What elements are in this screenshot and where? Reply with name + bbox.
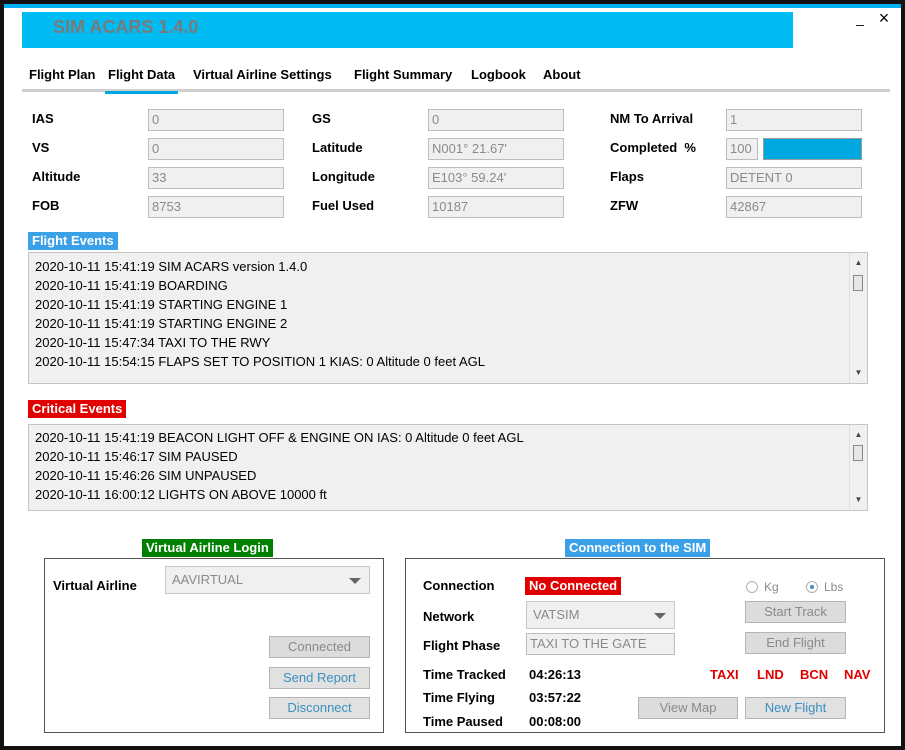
new-flight-button[interactable]: New Flight bbox=[745, 697, 846, 719]
gs-label: GS bbox=[312, 111, 331, 126]
flight-event-line: 2020-10-11 15:54:15 FLAPS SET TO POSITIO… bbox=[35, 354, 485, 369]
fob-field: 8753 bbox=[148, 196, 284, 218]
critical-events-log[interactable]: 2020-10-11 15:41:19 BEACON LIGHT OFF & E… bbox=[28, 424, 868, 511]
time-flying-value: 03:57:22 bbox=[529, 690, 582, 705]
zfw-label: ZFW bbox=[610, 198, 639, 213]
scroll-thumb[interactable] bbox=[853, 445, 863, 461]
flaps-label: Flaps bbox=[610, 169, 644, 184]
critical-event-line: 2020-10-11 15:41:19 BEACON LIGHT OFF & E… bbox=[35, 430, 524, 445]
start-track-button[interactable]: Start Track bbox=[745, 601, 846, 623]
gs-field: 0 bbox=[428, 109, 564, 131]
latitude-field: N001° 21.67' bbox=[428, 138, 564, 160]
time-paused-label: Time Paused bbox=[423, 714, 503, 729]
close-button[interactable]: × bbox=[874, 8, 894, 28]
longitude-field: E103° 59.24' bbox=[428, 167, 564, 189]
tab-flight-plan[interactable]: Flight Plan bbox=[26, 66, 98, 91]
kg-radio[interactable] bbox=[746, 581, 758, 593]
critical-event-line: 2020-10-11 15:46:26 SIM UNPAUSED bbox=[35, 468, 257, 483]
fuel-used-label: Fuel Used bbox=[312, 198, 375, 213]
tab-flight-summary[interactable]: Flight Summary bbox=[351, 66, 455, 91]
window-accent-line bbox=[4, 4, 901, 8]
longitude-label: Longitude bbox=[312, 169, 375, 184]
nm-to-arrival-field: 1 bbox=[726, 109, 862, 131]
connected-button[interactable]: Connected bbox=[269, 636, 370, 658]
virtual-airline-label: Virtual Airline bbox=[53, 578, 137, 593]
flight-events-scrollbar[interactable]: ▲ ▼ bbox=[849, 253, 867, 383]
scroll-up-icon[interactable]: ▲ bbox=[850, 255, 867, 271]
minimize-button[interactable]: _ bbox=[850, 8, 870, 28]
altitude-field: 33 bbox=[148, 167, 284, 189]
fob-label: FOB bbox=[32, 198, 60, 213]
time-flying-label: Time Flying bbox=[423, 690, 495, 705]
flight-event-line: 2020-10-11 15:41:19 SIM ACARS version 1.… bbox=[35, 259, 308, 274]
completed-field: 100 bbox=[726, 138, 758, 160]
tab-virtual-airline-settings[interactable]: Virtual Airline Settings bbox=[190, 66, 335, 91]
vs-field: 0 bbox=[148, 138, 284, 160]
virtual-airline-value: AAVIRTUAL bbox=[172, 572, 244, 587]
chevron-down-icon bbox=[349, 578, 361, 584]
critical-events-scrollbar[interactable]: ▲ ▼ bbox=[849, 425, 867, 510]
landing-light-indicator: LND bbox=[757, 667, 784, 682]
send-report-button[interactable]: Send Report bbox=[269, 667, 370, 689]
latitude-label: Latitude bbox=[312, 140, 363, 155]
nav-light-indicator: NAV bbox=[844, 667, 871, 682]
flight-events-log[interactable]: 2020-10-11 15:41:19 SIM ACARS version 1.… bbox=[28, 252, 868, 384]
nm-to-arrival-label: NM To Arrival bbox=[610, 111, 694, 126]
ias-label: IAS bbox=[32, 111, 54, 126]
connection-label: Connection bbox=[423, 578, 495, 593]
critical-event-line: 2020-10-11 16:00:12 LIGHTS ON ABOVE 1000… bbox=[35, 487, 327, 502]
time-tracked-label: Time Tracked bbox=[423, 667, 506, 682]
critical-event-line: 2020-10-11 15:46:17 SIM PAUSED bbox=[35, 449, 238, 464]
scroll-down-icon[interactable]: ▼ bbox=[850, 492, 867, 508]
lbs-label: Lbs bbox=[824, 580, 844, 594]
flight-phase-label: Flight Phase bbox=[423, 638, 501, 653]
virtual-airline-select[interactable]: AAVIRTUAL bbox=[165, 566, 370, 594]
tab-flight-data[interactable]: Flight Data bbox=[105, 66, 179, 94]
flight-event-line: 2020-10-11 15:41:19 STARTING ENGINE 2 bbox=[35, 316, 288, 331]
view-map-button[interactable]: View Map bbox=[638, 697, 738, 719]
chevron-down-icon bbox=[654, 613, 666, 619]
flight-event-line: 2020-10-11 15:47:34 TAXI TO THE RWY bbox=[35, 335, 271, 350]
flight-event-line: 2020-10-11 15:41:19 BOARDING bbox=[35, 278, 228, 293]
disconnect-button[interactable]: Disconnect bbox=[269, 697, 370, 719]
scroll-down-icon[interactable]: ▼ bbox=[850, 365, 867, 381]
taxi-light-indicator: TAXI bbox=[710, 667, 739, 682]
network-value: VATSIM bbox=[533, 607, 580, 622]
network-label: Network bbox=[423, 609, 475, 624]
tab-logbook[interactable]: Logbook bbox=[468, 66, 529, 91]
sim-connection-title: Connection to the SIM bbox=[565, 539, 711, 557]
ias-field: 0 bbox=[148, 109, 284, 131]
flight-events-title: Flight Events bbox=[28, 232, 118, 250]
tab-about[interactable]: About bbox=[540, 66, 584, 91]
scroll-thumb[interactable] bbox=[853, 275, 863, 291]
beacon-light-indicator: BCN bbox=[800, 667, 829, 682]
altitude-label: Altitude bbox=[32, 169, 81, 184]
fuel-used-field: 10187 bbox=[428, 196, 564, 218]
zfw-field: 42867 bbox=[726, 196, 862, 218]
network-select[interactable]: VATSIM bbox=[526, 601, 675, 629]
flaps-field: DETENT 0 bbox=[726, 167, 862, 189]
end-flight-button[interactable]: End Flight bbox=[745, 632, 846, 654]
critical-events-title: Critical Events bbox=[28, 400, 127, 418]
lbs-radio[interactable] bbox=[806, 581, 818, 593]
time-tracked-value: 04:26:13 bbox=[529, 667, 582, 682]
connection-status-badge: No Connected bbox=[525, 577, 622, 595]
flight-phase-field: TAXI TO THE GATE bbox=[526, 633, 675, 655]
completed-progress-bar bbox=[763, 138, 862, 160]
time-paused-value: 00:08:00 bbox=[529, 714, 582, 729]
flight-event-line: 2020-10-11 15:41:19 STARTING ENGINE 1 bbox=[35, 297, 288, 312]
vs-label: VS bbox=[32, 140, 50, 155]
kg-label: Kg bbox=[764, 580, 779, 594]
va-login-title: Virtual Airline Login bbox=[142, 539, 273, 557]
app-title: SIM ACARS 1.4.0 bbox=[53, 17, 199, 37]
completed-label: Completed % bbox=[610, 140, 696, 155]
tab-bar: Flight Plan Flight Data Virtual Airline … bbox=[22, 66, 890, 94]
scroll-up-icon[interactable]: ▲ bbox=[850, 427, 867, 443]
